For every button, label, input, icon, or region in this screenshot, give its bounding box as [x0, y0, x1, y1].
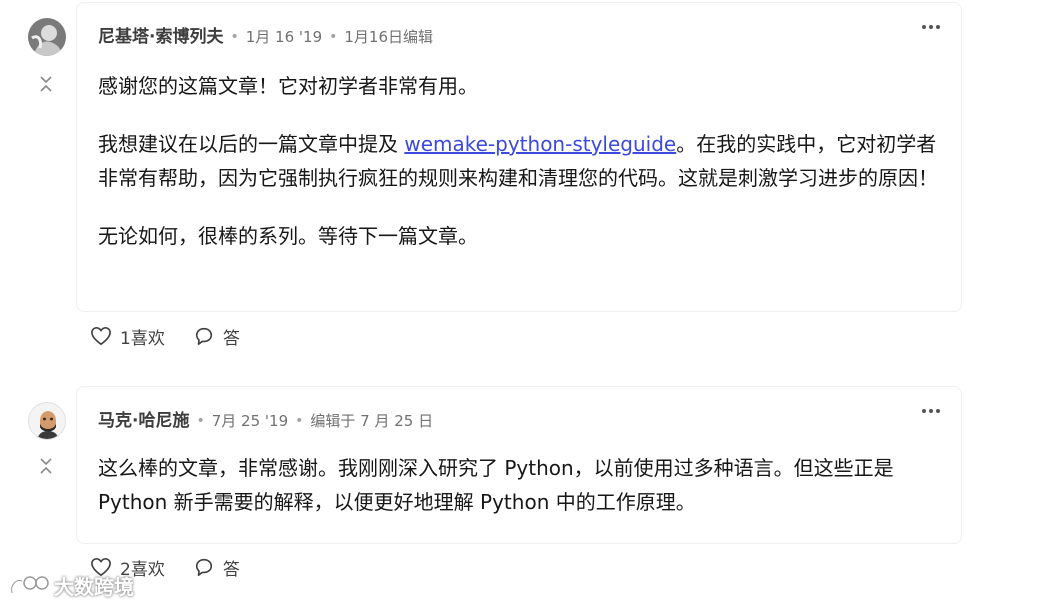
- comment-icon: [195, 327, 212, 345]
- separator-dot: •: [196, 413, 205, 429]
- styleguide-link[interactable]: wemake-python-styleguide: [404, 132, 676, 156]
- comment-card: 马克·哈尼施 • 7月 25 '19 • 编辑于 7 月 25 日 这么棒的文章…: [76, 386, 962, 544]
- collapse-icon: [40, 458, 52, 474]
- comment-body: 这么棒的文章，非常感谢。我刚刚深入研究了 Python，以前使用过多种语言。但这…: [98, 451, 941, 543]
- comment-date[interactable]: 1月 16 '19: [246, 25, 322, 49]
- comment-actions: 1喜欢 答: [90, 321, 268, 351]
- more-options-button[interactable]: [917, 17, 945, 37]
- separator-dot: •: [329, 29, 338, 45]
- author-name[interactable]: 尼基塔·索博列夫: [98, 25, 223, 49]
- avatar[interactable]: [28, 18, 66, 56]
- comment-paragraph: 我想建议在以后的一篇文章中提及 wemake-python-styleguide…: [98, 127, 941, 195]
- like-button[interactable]: 1喜欢: [90, 324, 165, 349]
- edited-date: 编辑于 7 月 25 日: [310, 412, 434, 430]
- watermark-text: 大数跨境: [54, 574, 134, 599]
- comment-paragraph: 这么棒的文章，非常感谢。我刚刚深入研究了 Python，以前使用过多种语言。但这…: [98, 456, 894, 514]
- watermark-logo-icon: [10, 576, 49, 594]
- collapse-thread-button[interactable]: [36, 455, 56, 477]
- comment-thread: 尼基塔·索博列夫 • 1月 16 '19 • 1月16日编辑 感谢您的这篇文章！…: [0, 0, 1044, 606]
- paragraph-text: 我想建议在以后的一篇文章中提及: [98, 132, 405, 156]
- author-name[interactable]: 马克·哈尼施: [98, 409, 189, 433]
- reply-label: 答: [222, 328, 240, 349]
- edited-date: 1月16日编辑: [344, 28, 434, 46]
- avatar[interactable]: [28, 402, 66, 440]
- comment-paragraph: 无论如何，很棒的系列。等待下一篇文章。: [98, 224, 478, 248]
- reply-button[interactable]: 答: [193, 324, 240, 349]
- more-options-button[interactable]: [917, 401, 945, 421]
- like-count: 1喜欢: [120, 328, 165, 349]
- comment-icon: [195, 558, 212, 576]
- more-options-icon: [922, 25, 940, 29]
- collapse-icon: [40, 76, 52, 92]
- more-options-icon: [922, 409, 940, 413]
- comment-date[interactable]: 7月 25 '19: [212, 409, 288, 433]
- separator-dot: •: [230, 29, 239, 45]
- watermark: 大数跨境: [8, 570, 134, 600]
- comment-meta: 尼基塔·索博列夫 • 1月 16 '19 • 1月16日编辑: [98, 25, 433, 49]
- reply-label: 答: [222, 559, 240, 580]
- comment-body: 感谢您的这篇文章！它对初学者非常有用。 我想建议在以后的一篇文章中提及 wema…: [98, 69, 941, 277]
- heart-icon: [91, 326, 111, 346]
- collapse-thread-button[interactable]: [36, 73, 56, 95]
- comment-paragraph: 感谢您的这篇文章！它对初学者非常有用。: [98, 74, 478, 98]
- reply-button[interactable]: 答: [193, 555, 240, 580]
- comment-card: 尼基塔·索博列夫 • 1月 16 '19 • 1月16日编辑 感谢您的这篇文章！…: [76, 2, 962, 312]
- separator-dot: •: [295, 413, 304, 429]
- comment-meta: 马克·哈尼施 • 7月 25 '19 • 编辑于 7 月 25 日: [98, 409, 433, 433]
